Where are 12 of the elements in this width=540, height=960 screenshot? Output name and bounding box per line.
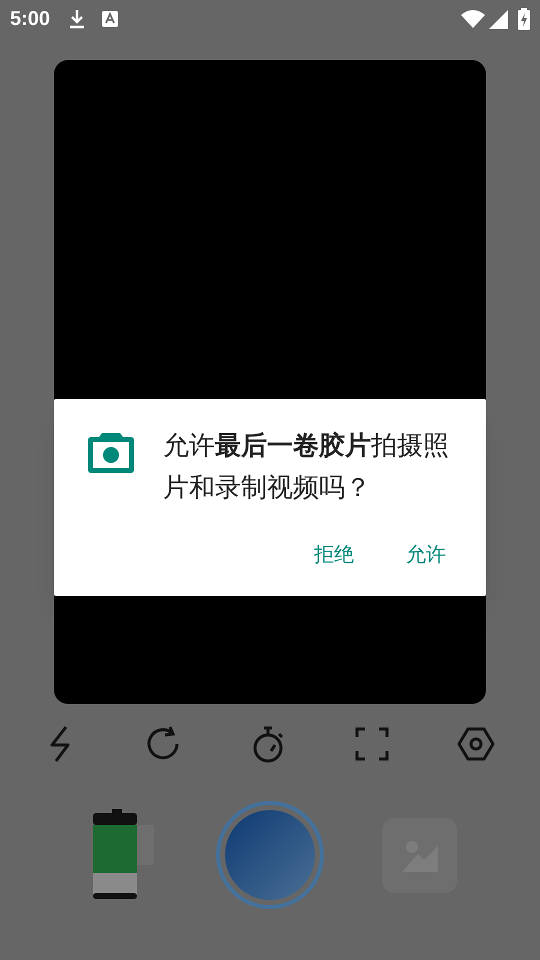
film-canister-drawing[interactable] (92, 809, 154, 901)
dialog-button[interactable]: 拒绝 (302, 535, 366, 573)
camera-icon (88, 433, 134, 473)
dialog-button[interactable]: 允许 (394, 535, 458, 573)
signal-icon (489, 10, 508, 28)
font-icon (102, 11, 118, 27)
status-time: 5:00 (10, 7, 50, 32)
wifi-icon (461, 9, 485, 29)
shutter-button[interactable] (216, 801, 324, 909)
dialog-message: 允许最后一卷胶片拍摄照片和录制视频吗？ (163, 430, 450, 505)
battery-icon (518, 8, 530, 30)
download-icon (68, 9, 86, 29)
